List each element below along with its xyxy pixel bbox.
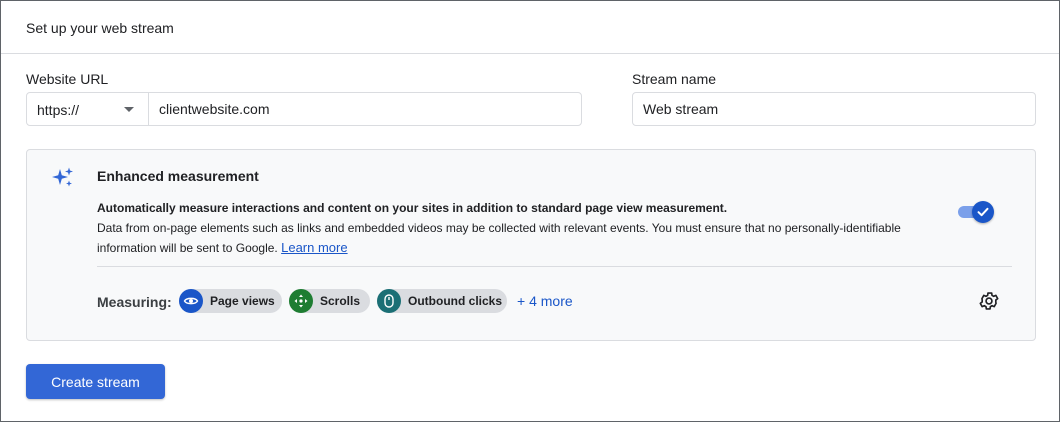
website-url-label: Website URL (26, 71, 109, 87)
protocol-value: https:// (37, 102, 80, 118)
create-stream-button[interactable]: Create stream (26, 364, 165, 399)
more-measurements-link[interactable]: + 4 more (517, 293, 573, 309)
learn-more-link[interactable]: Learn more (281, 240, 347, 255)
description-text: Data from on-page elements such as links… (97, 221, 901, 255)
chip-page-views[interactable]: Page views (179, 289, 282, 313)
website-url-input[interactable] (159, 93, 569, 125)
stream-name-field (632, 92, 1036, 126)
website-url-field: https:// (26, 92, 582, 126)
mouse-icon (377, 289, 401, 313)
gear-icon[interactable] (978, 290, 1000, 312)
enhanced-measurement-card: Enhanced measurement Automatically measu… (26, 149, 1036, 341)
sparkle-icon (51, 166, 75, 190)
scroll-arrows-icon (289, 289, 313, 313)
chip-scrolls[interactable]: Scrolls (289, 289, 370, 313)
chip-label: Page views (210, 294, 275, 308)
protocol-select[interactable]: https:// (27, 93, 149, 125)
page-title: Set up your web stream (26, 20, 174, 36)
enhanced-measurement-summary: Automatically measure interactions and c… (97, 201, 728, 215)
check-icon (977, 207, 989, 217)
web-stream-setup-panel: Set up your web stream Website URL https… (0, 0, 1060, 422)
stream-name-input[interactable] (643, 93, 1023, 125)
stream-name-label: Stream name (632, 71, 717, 87)
chip-label: Outbound clicks (408, 294, 503, 308)
enhanced-measurement-title: Enhanced measurement (97, 168, 259, 184)
enhanced-measurement-toggle[interactable] (958, 200, 994, 224)
chevron-down-icon (124, 107, 134, 112)
card-divider (97, 266, 1012, 267)
panel-header: Set up your web stream (1, 1, 1059, 54)
measuring-label: Measuring: (97, 294, 172, 310)
toggle-thumb (972, 201, 994, 223)
chip-label: Scrolls (320, 294, 361, 308)
chip-outbound-clicks[interactable]: Outbound clicks (377, 289, 507, 313)
enhanced-measurement-description: Data from on-page elements such as links… (97, 219, 937, 258)
eye-icon (179, 289, 203, 313)
